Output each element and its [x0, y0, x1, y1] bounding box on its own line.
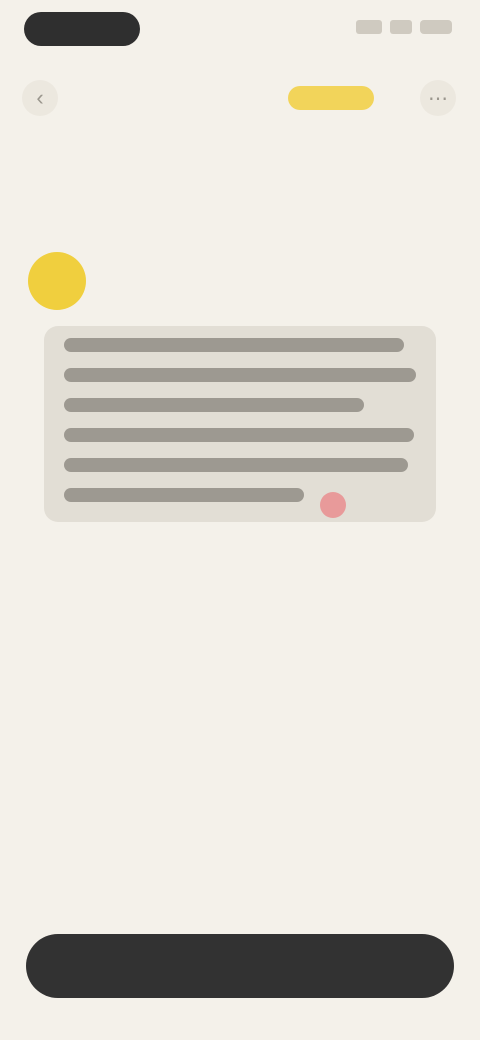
more-options-button[interactable]: ⋯: [420, 80, 456, 116]
message-text-line: [64, 428, 414, 442]
app-screen: ‹ ⋯: [0, 0, 480, 1040]
signal-icon: [356, 20, 382, 34]
status-icons: [356, 20, 452, 34]
avatar[interactable]: [28, 252, 86, 310]
top-navigation: ‹ ⋯: [0, 70, 480, 126]
wifi-icon: [390, 20, 412, 34]
dynamic-island: [24, 12, 140, 46]
status-bar: [0, 0, 480, 60]
status-chip[interactable]: [288, 86, 374, 110]
message-text-line: [64, 458, 408, 472]
message-text-line: [64, 368, 416, 382]
back-button[interactable]: ‹: [22, 80, 58, 116]
more-icon: ⋯: [428, 87, 448, 110]
bottom-action-bar: [26, 934, 454, 998]
chevron-left-icon: ‹: [36, 85, 44, 110]
highlight-marker: [320, 492, 346, 518]
message-text-line: [64, 488, 304, 502]
message-text-line: [64, 338, 404, 352]
message-card[interactable]: [44, 326, 436, 522]
message-text-line: [64, 398, 364, 412]
battery-icon: [420, 20, 452, 34]
